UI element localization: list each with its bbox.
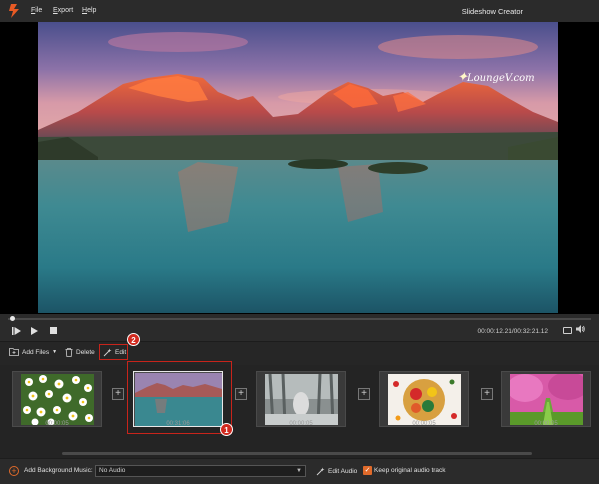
play-from-start-icon[interactable] <box>12 327 21 337</box>
title-bar: File Export Help Slideshow Creator <box>0 0 599 22</box>
add-transition-button[interactable]: + <box>481 388 493 400</box>
clip-duration: 00:00:05 <box>45 421 69 427</box>
add-transition-button[interactable]: + <box>358 388 370 400</box>
delete-button[interactable]: Delete <box>65 348 95 357</box>
clip-duration: 00:00:05 <box>534 421 558 427</box>
time-display: 00:00:12.21/00:32:21.12 <box>477 328 548 335</box>
clip-thumbnail[interactable] <box>256 371 346 427</box>
snapshot-icon[interactable] <box>563 327 572 334</box>
edit-audio-button[interactable]: Edit Audio <box>316 467 357 476</box>
dropdown-arrow-icon: ▼ <box>52 349 58 355</box>
keep-audio-checkbox[interactable]: ✓ <box>363 466 372 475</box>
preview-image <box>38 22 558 313</box>
clip-image <box>388 374 461 425</box>
audio-select[interactable]: No Audio ▼ <box>95 465 306 477</box>
play-icon[interactable] <box>31 327 38 337</box>
add-music-icon[interactable]: + <box>9 466 19 476</box>
step-badge-1: 1 <box>220 423 233 436</box>
menu-export[interactable]: Export <box>53 7 73 14</box>
volume-icon[interactable] <box>576 325 585 335</box>
edit-audio-label: Edit Audio <box>328 468 358 475</box>
clip-image <box>510 374 583 425</box>
seek-handle[interactable] <box>10 316 16 321</box>
seek-bar[interactable] <box>8 318 591 320</box>
step-badge-2: 2 <box>127 333 140 346</box>
stop-icon[interactable] <box>50 327 57 336</box>
timeline-scrollbar[interactable] <box>62 452 532 455</box>
audio-bar: + Add Background Music: No Audio ▼ Edit … <box>0 458 599 484</box>
selected-clip-highlight-box <box>127 361 232 434</box>
magic-wand-icon <box>316 467 325 476</box>
background-music-label: Add Background Music: <box>24 467 93 474</box>
keep-audio-label: Keep original audio track <box>374 467 446 474</box>
playback-controls: 00:00:12.21/00:32:21.12 <box>0 322 599 340</box>
preview-area: ✦ LoungeV.com <box>0 22 599 314</box>
add-transition-button[interactable]: + <box>235 388 247 400</box>
add-transition-button[interactable]: + <box>112 388 124 400</box>
watermark: ✦ LoungeV.com <box>457 70 535 85</box>
clip-thumbnail[interactable] <box>379 371 469 427</box>
app-logo-icon <box>9 4 19 18</box>
clip-thumbnail[interactable] <box>501 371 591 427</box>
trash-icon <box>65 348 73 357</box>
delete-label: Delete <box>76 349 95 356</box>
app-title: Slideshow Creator <box>461 7 523 16</box>
clip-duration: 00:00:05 <box>412 421 436 427</box>
watermark-text: LoungeV.com <box>467 73 535 84</box>
timeline: 00:00:05 + 00:31:06 + 00:00:05 + 00:00:0… <box>0 365 599 458</box>
add-files-label: Add Files <box>22 348 50 356</box>
clip-image <box>265 374 338 425</box>
audio-select-value: No Audio <box>99 467 126 474</box>
clip-image <box>21 374 94 425</box>
chevron-down-icon: ▼ <box>296 468 302 474</box>
sparkle-icon: ✦ <box>457 70 468 85</box>
clip-thumbnail[interactable] <box>12 371 102 427</box>
clip-duration: 00:00:05 <box>289 421 313 427</box>
menu-file[interactable]: File <box>31 7 42 14</box>
clip-toolbar: Add Files ▼ Delete Edit <box>0 341 599 365</box>
menu-help[interactable]: Help <box>82 7 96 14</box>
folder-plus-icon <box>9 348 19 356</box>
add-files-button[interactable]: Add Files ▼ <box>9 348 57 356</box>
edit-highlight-box <box>99 344 128 360</box>
